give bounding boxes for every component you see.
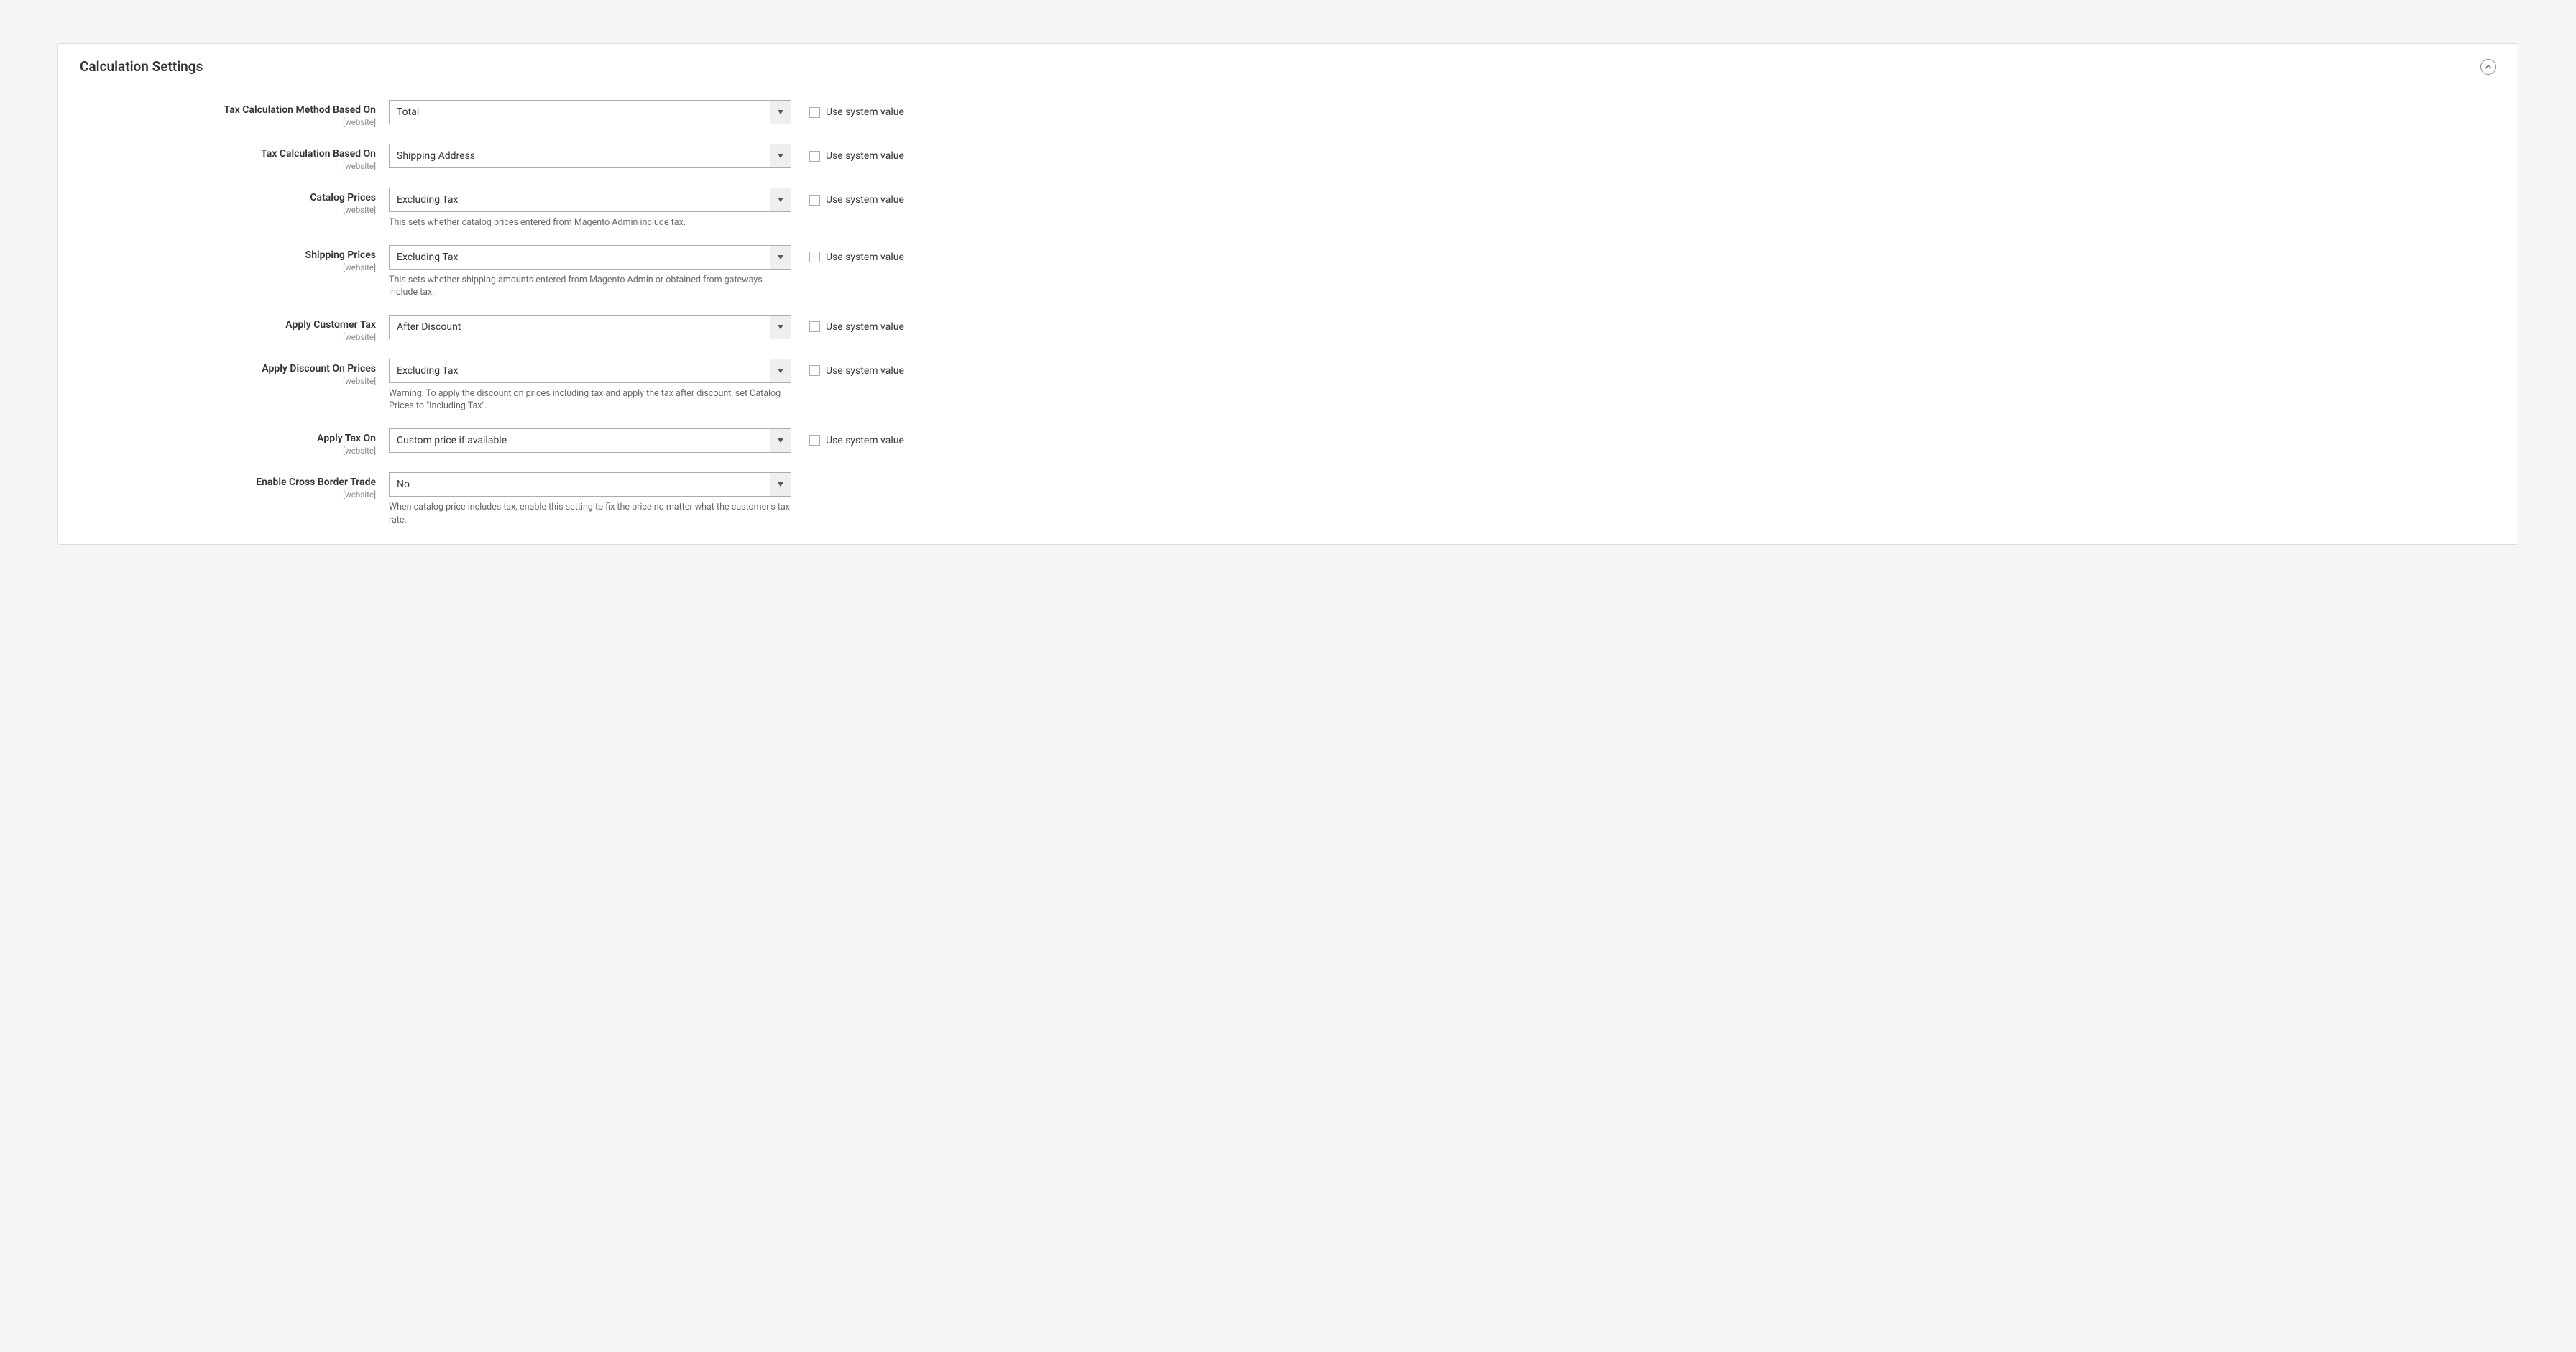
control-col: Shipping Address [389,144,791,168]
control-col: After Discount [389,315,791,339]
field-scope: [website] [80,117,376,128]
control-col: Excluding Tax This sets whether catalog … [389,188,791,229]
catalog-prices-select[interactable]: Excluding Tax [389,188,791,212]
select-wrap: Custom price if available [389,428,791,453]
select-value: Excluding Tax [397,194,458,206]
tax-calc-based-on-select[interactable]: Shipping Address [389,144,791,168]
use-system-value-label[interactable]: Use system value [826,365,904,377]
panel-title: Calculation Settings [80,58,203,75]
select-wrap: No [389,472,791,497]
use-system-value-checkbox[interactable] [809,365,820,376]
select-value: No [397,479,410,490]
field-label: Apply Tax On [80,432,376,445]
sysval-col: Use system value [791,245,904,270]
select-value: Shipping Address [397,150,475,162]
field-note: When catalog price includes tax, enable … [389,501,791,526]
label-col: Tax Calculation Method Based On [website… [80,100,389,128]
label-col: Apply Discount On Prices [website] [80,359,389,387]
tax-calc-method-select[interactable]: Total [389,100,791,124]
label-col: Catalog Prices [website] [80,188,389,216]
field-scope: [website] [80,446,376,456]
use-system-value-checkbox[interactable] [809,195,820,206]
use-system-value-checkbox[interactable] [809,151,820,162]
sysval-col: Use system value [791,428,904,453]
control-col: Custom price if available [389,428,791,453]
field-scope: [website] [80,489,376,500]
control-col: No When catalog price includes tax, enab… [389,472,791,526]
field-apply-tax-on: Apply Tax On [website] Custom price if a… [80,428,2496,456]
sysval-col: Use system value [791,100,904,124]
apply-tax-on-select[interactable]: Custom price if available [389,428,791,453]
field-note: This sets whether shipping amounts enter… [389,274,791,299]
label-col: Enable Cross Border Trade [website] [80,472,389,500]
field-label: Catalog Prices [80,191,376,204]
field-note: Warning: To apply the discount on prices… [389,387,791,413]
field-scope: [website] [80,205,376,216]
field-label: Shipping Prices [80,249,376,262]
select-wrap: Excluding Tax [389,359,791,383]
field-shipping-prices: Shipping Prices [website] Excluding Tax … [80,245,2496,299]
use-system-value-checkbox[interactable] [809,321,820,332]
select-wrap: After Discount [389,315,791,339]
field-scope: [website] [80,376,376,387]
sysval-col: Use system value [791,188,904,212]
label-col: Apply Customer Tax [website] [80,315,389,343]
field-scope: [website] [80,262,376,273]
chevron-up-icon [2485,63,2492,70]
select-value: Total [397,106,419,118]
control-col: Excluding Tax Warning: To apply the disc… [389,359,791,413]
shipping-prices-select[interactable]: Excluding Tax [389,245,791,270]
select-wrap: Excluding Tax [389,188,791,212]
sysval-col: Use system value [791,359,904,383]
field-label: Enable Cross Border Trade [80,476,376,489]
field-label: Apply Customer Tax [80,318,376,331]
control-col: Total [389,100,791,124]
use-system-value-checkbox[interactable] [809,107,820,118]
use-system-value-label[interactable]: Use system value [826,252,904,263]
label-col: Tax Calculation Based On [website] [80,144,389,172]
calculation-settings-panel: Calculation Settings Tax Calculation Met… [58,43,2518,545]
field-catalog-prices: Catalog Prices [website] Excluding Tax T… [80,188,2496,229]
field-enable-cross-border: Enable Cross Border Trade [website] No W… [80,472,2496,526]
select-wrap: Excluding Tax [389,245,791,270]
control-col: Excluding Tax This sets whether shipping… [389,245,791,299]
use-system-value-label[interactable]: Use system value [826,150,904,162]
field-scope: [website] [80,161,376,172]
apply-customer-tax-select[interactable]: After Discount [389,315,791,339]
select-value: Excluding Tax [397,252,458,263]
field-apply-customer-tax: Apply Customer Tax [website] After Disco… [80,315,2496,343]
panel-header: Calculation Settings [80,58,2496,75]
label-col: Apply Tax On [website] [80,428,389,456]
field-note: This sets whether catalog prices entered… [389,216,791,229]
use-system-value-label[interactable]: Use system value [826,194,904,206]
select-value: Excluding Tax [397,365,458,377]
apply-discount-on-prices-select[interactable]: Excluding Tax [389,359,791,383]
field-apply-discount-on-prices: Apply Discount On Prices [website] Exclu… [80,359,2496,413]
use-system-value-checkbox[interactable] [809,435,820,446]
label-col: Shipping Prices [website] [80,245,389,273]
use-system-value-label[interactable]: Use system value [826,435,904,446]
sysval-col: Use system value [791,144,904,168]
select-wrap: Total [389,100,791,124]
select-value: Custom price if available [397,435,507,446]
field-tax-calc-based-on: Tax Calculation Based On [website] Shipp… [80,144,2496,172]
enable-cross-border-select[interactable]: No [389,472,791,497]
use-system-value-label[interactable]: Use system value [826,106,904,118]
use-system-value-checkbox[interactable] [809,252,820,262]
field-scope: [website] [80,332,376,343]
use-system-value-label[interactable]: Use system value [826,321,904,333]
select-wrap: Shipping Address [389,144,791,168]
field-label: Tax Calculation Based On [80,147,376,160]
field-label: Apply Discount On Prices [80,362,376,375]
collapse-button[interactable] [2480,59,2496,75]
select-value: After Discount [397,321,461,333]
sysval-col: Use system value [791,315,904,339]
field-label: Tax Calculation Method Based On [80,104,376,116]
field-tax-calc-method: Tax Calculation Method Based On [website… [80,100,2496,128]
